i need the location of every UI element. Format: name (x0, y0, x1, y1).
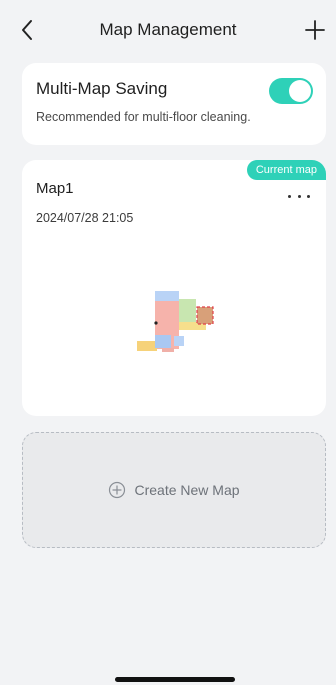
map-card[interactable]: Current map Map1 2024/07/28 21:05 (22, 160, 326, 416)
map-preview (137, 291, 214, 352)
toggle-knob (289, 80, 311, 102)
add-map-button[interactable] (302, 16, 328, 44)
multi-map-title: Multi-Map Saving (36, 79, 168, 98)
header: Map Management (0, 0, 336, 62)
room-yellow-left (137, 341, 157, 351)
create-new-map-label: Create New Map (134, 482, 240, 498)
room-blue-top (155, 291, 179, 301)
create-new-map-button[interactable]: Create New Map (22, 432, 326, 548)
multi-map-toggle[interactable] (269, 78, 313, 104)
room-green (179, 299, 196, 322)
robot-dock-marker (154, 321, 158, 325)
page-title: Map Management (99, 20, 237, 39)
floor-plan-rooms (137, 291, 214, 352)
multi-map-card: Multi-Map Saving Recommended for multi-f… (22, 63, 326, 145)
home-indicator (115, 677, 235, 682)
room-brown (196, 306, 214, 325)
room-pink-small (162, 348, 174, 352)
plus-circle-icon (108, 481, 126, 499)
room-blue-small (174, 336, 184, 346)
multi-map-subtitle: Recommended for multi-floor cleaning. (36, 110, 251, 124)
room-blue-bottom (155, 335, 171, 348)
plus-icon (305, 20, 325, 40)
